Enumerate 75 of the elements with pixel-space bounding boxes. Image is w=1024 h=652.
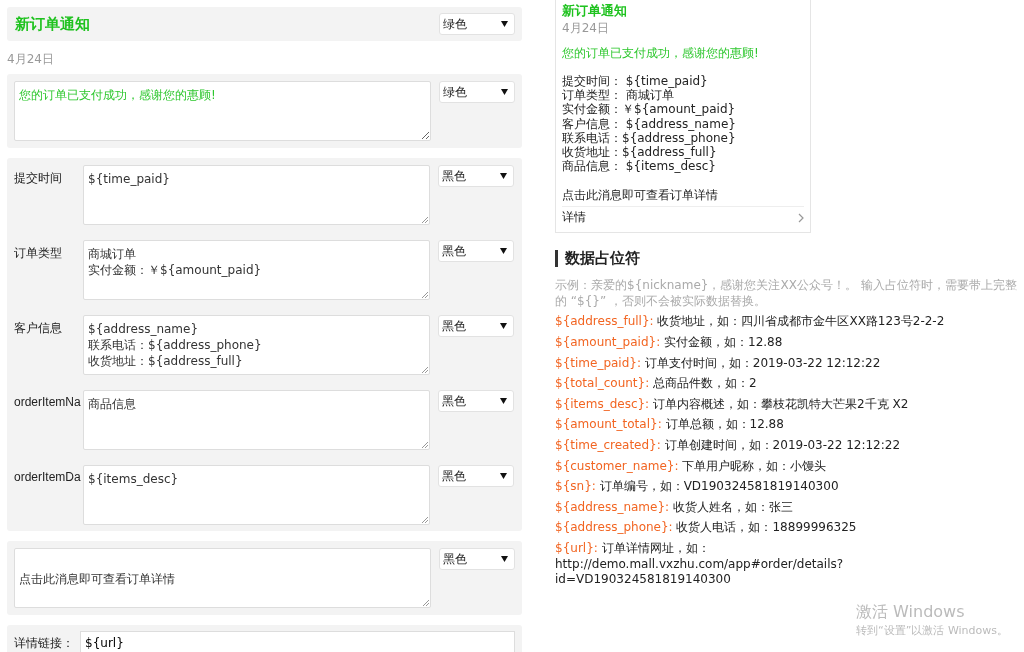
resize-grip-icon (421, 441, 428, 448)
preview-line: 订单类型： 商城订单 (562, 88, 675, 103)
remark-line: 点击此消息即可查看订单详情 (19, 571, 176, 587)
placeholder-item: ${url}: 订单详情网址，如：http://demo.mall.vxzhu.com/app#order/details?id=VD190324581819140300 (555, 540, 845, 588)
detail-link[interactable]: 详情 (562, 207, 804, 231)
field-label: orderItemNa (14, 394, 80, 409)
placeholder-item: ${amount_total}: 订单总额，如：12.88 (555, 417, 785, 433)
text-field[interactable]: ${items_desc} (83, 465, 430, 525)
caret-icon (500, 398, 507, 404)
link-label: 详情链接： (14, 634, 75, 652)
placeholder-item: ${sn}: 订单编号，如：VD190324581819140300 (555, 479, 840, 495)
field-label: 客户信息 (14, 320, 63, 337)
placeholder-item: ${items_desc}: 订单内容概述，如：攀枝花凯特大芒果2千克 X2 (555, 396, 910, 413)
field-label: 提交时间 (14, 170, 63, 187)
preview-remark: 点击此消息即可查看订单详情 (562, 187, 804, 208)
field-line: 收货地址：${address_full} (88, 353, 244, 369)
color-select[interactable]: 绿色 (439, 13, 515, 35)
text-field[interactable]: 商品信息 (83, 390, 430, 450)
activation-text: 转到“设置”以激活 Windows。 (856, 623, 1009, 638)
field-line: 联系电话：${address_phone} (88, 337, 263, 353)
text-field[interactable]: 点击此消息即可查看订单详情 (14, 548, 431, 608)
color-select[interactable]: 黑色 (438, 165, 514, 187)
caret-icon (501, 89, 508, 95)
resize-grip-icon (421, 366, 428, 373)
resize-grip-icon (421, 291, 428, 298)
chevron-icon (798, 212, 804, 223)
color-select[interactable]: 黑色 (438, 465, 514, 487)
color-select[interactable]: 黑色 (439, 548, 515, 570)
field-line: 商品信息 (88, 396, 137, 412)
field-line: ${time_paid} (88, 171, 171, 187)
caret-icon (500, 323, 507, 329)
notice-title: 新订单通知 (14, 14, 91, 34)
field-line: ${items_desc} (88, 471, 180, 487)
placeholder-item: ${time_paid}: 订单支付时间，如：2019-03-22 12:12:22 (555, 355, 882, 372)
placeholder-item: ${customer_name}: 下单用户昵称，如：小馒头 (555, 458, 828, 475)
text-field[interactable]: ${time_paid} (83, 165, 430, 225)
preview-first: 您的订单已支付成功，感谢您的惠顾! (562, 45, 760, 62)
link-input[interactable]: ${url} (80, 631, 515, 652)
field-label: orderItemDa (14, 469, 80, 484)
placeholder-item: ${total_count}: 总商品件数，如：2 (555, 376, 758, 392)
field-line: 实付金额：￥${amount_paid} (88, 262, 263, 278)
field-label: 订单类型 (14, 245, 63, 262)
section-title: 数据占位符 (555, 250, 1024, 268)
preview-line: 收货地址：${address_full} (562, 145, 718, 160)
caret-icon (500, 248, 507, 254)
placeholder-item: ${address_name}: 收货人姓名，如：张三 (555, 499, 794, 516)
placeholder-item: ${address_phone}: 收货人电话，如：18899996325 (555, 520, 858, 536)
placeholder-item: ${amount_paid}: 实付金额，如：12.88 (555, 335, 784, 351)
field-line: ${address_name} (88, 321, 200, 337)
activation-title: 激活 Windows (856, 602, 966, 623)
resize-grip-icon (422, 599, 429, 606)
hint-text: 示例：亲爱的${nickname}，感谢您关注XX公众号！。 输入占位符时，需要带上完整的 “${}” ，否则不会被实际数据替换。 (555, 277, 1017, 310)
color-select[interactable]: 绿色 (439, 81, 515, 103)
preview-line: 客户信息： ${address_name} (562, 116, 737, 131)
resize-grip-icon (421, 216, 428, 223)
color-select[interactable]: 黑色 (438, 390, 514, 412)
preview-title: 新订单通知 (562, 2, 628, 20)
field-line: 商城订单 (88, 246, 137, 262)
preview-line: 实付金额：￥${amount_paid} (562, 102, 737, 117)
caret-icon (500, 473, 507, 479)
caret-icon (501, 556, 508, 562)
preview-line: 提交时间： ${time_paid} (562, 74, 709, 89)
placeholder-item: ${time_created}: 订单创建时间，如：2019-03-22 12:12:22 (555, 438, 902, 454)
preview-line: 商品信息： ${items_desc} (562, 159, 717, 174)
preview-date: 4月24日 (562, 20, 610, 37)
preview-line: 联系电话：${address_phone} (562, 130, 737, 145)
color-select[interactable]: 黑色 (438, 315, 514, 337)
text-field[interactable]: 商城订单 实付金额：￥${amount_paid} (83, 240, 430, 300)
caret-icon (501, 21, 508, 27)
text-field[interactable]: ${address_name} 联系电话：${address_phone} 收货地址：${address_full} (83, 315, 430, 375)
color-select[interactable]: 黑色 (438, 240, 514, 262)
resize-grip-icon (421, 516, 428, 523)
caret-icon (500, 173, 507, 179)
date-text: 4月24日 (7, 51, 55, 68)
placeholder-item: ${address_full}: 收货地址，如：四川省成都市金牛区XX路123号2-2-2 (555, 314, 946, 330)
